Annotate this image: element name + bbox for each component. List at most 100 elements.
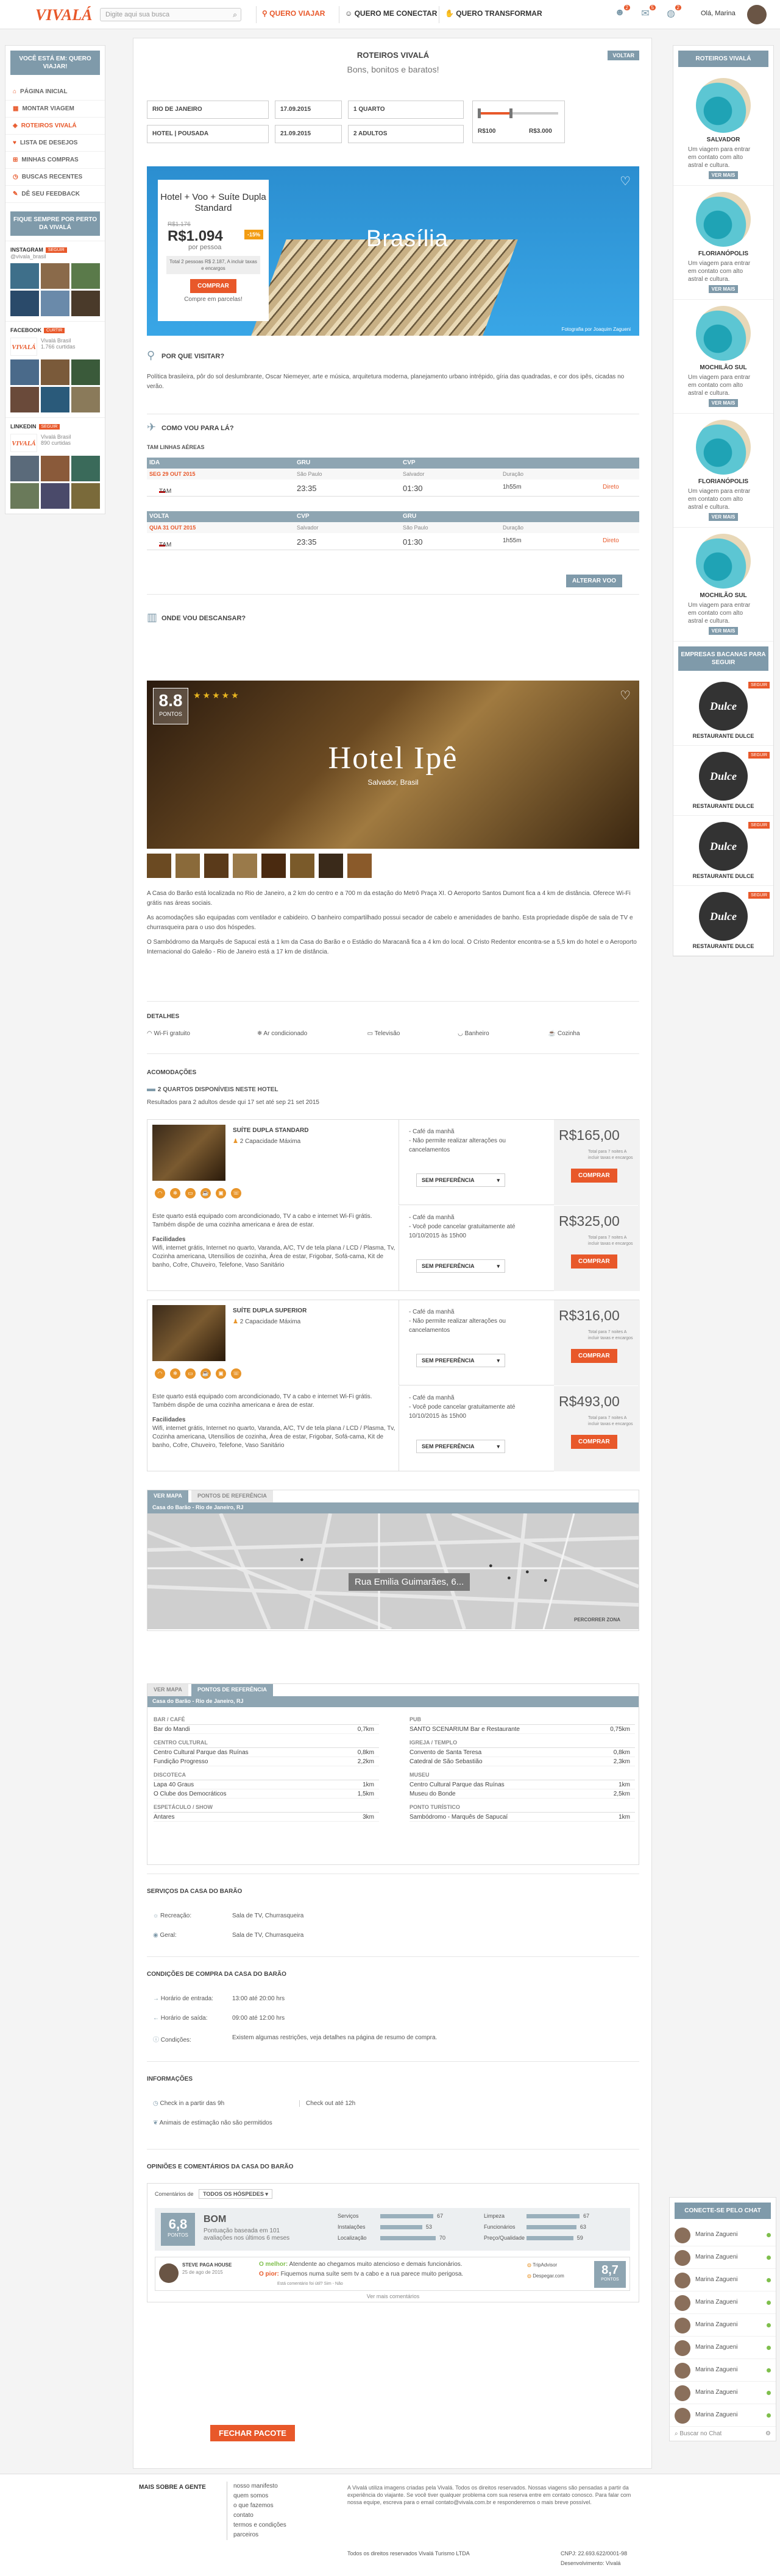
slider-min-handle[interactable]: [478, 108, 481, 118]
nav-quero-transformar[interactable]: ✋ QUERO TRANSFORMAR: [445, 9, 542, 18]
see-more-button[interactable]: VER MAIS: [708, 171, 739, 179]
slider-max-handle[interactable]: [509, 108, 512, 118]
close-package-button[interactable]: FECHAR PACOTE: [210, 2425, 295, 2441]
restaurant-card[interactable]: Dulce SEGUIR RESTAURANTE DULCE: [673, 816, 773, 886]
footer-link[interactable]: o que fazemos: [233, 2501, 286, 2511]
hotel-type-field[interactable]: HOTEL | POUSADA: [147, 125, 269, 143]
nav-quero-me-conectar[interactable]: ☺ QUERO ME CONECTAR: [345, 9, 437, 18]
roteiro-photo[interactable]: [696, 78, 751, 133]
room-photo[interactable]: [152, 1305, 225, 1361]
instagram-photo[interactable]: [10, 263, 39, 289]
instagram-photo[interactable]: [71, 291, 100, 316]
hotel-thumbnail[interactable]: [233, 854, 257, 878]
adults-field[interactable]: 2 ADULTOS: [348, 125, 464, 143]
follow-restaurant-button[interactable]: SEGUIR: [748, 682, 770, 688]
roteiro-photo[interactable]: [696, 192, 751, 247]
restaurant-card[interactable]: Dulce SEGUIR RESTAURANTE DULCE: [673, 746, 773, 816]
chat-search[interactable]: ⌕ Buscar no Chat ⚙: [670, 2427, 776, 2441]
facebook-photo[interactable]: [10, 387, 39, 412]
facebook-photo[interactable]: [41, 359, 69, 385]
users-icon[interactable]: ☻ 2: [613, 5, 630, 21]
user-avatar[interactable]: [747, 5, 767, 24]
restaurant-card[interactable]: Dulce SEGUIR RESTAURANTE DULCE: [673, 886, 773, 956]
footer-link[interactable]: parceiros: [233, 2530, 286, 2540]
helpful-links[interactable]: Está comentário foi útil? Sim - Não: [277, 2282, 343, 2286]
tab-pontos-referencia[interactable]: PONTOS DE REFERÊNCIA: [191, 1684, 273, 1696]
roteiro-photo[interactable]: [696, 534, 751, 589]
rooms-field[interactable]: 1 QUARTO: [348, 101, 464, 119]
instagram-photo[interactable]: [41, 291, 69, 316]
facebook-photo[interactable]: [71, 387, 100, 412]
instagram-photo[interactable]: [41, 263, 69, 289]
menu-minhas-compras[interactable]: ⊞ MINHAS COMPRAS: [5, 152, 105, 169]
follow-restaurant-button[interactable]: SEGUIR: [748, 892, 770, 899]
chat-contact[interactable]: Marina Zagueni: [670, 2404, 776, 2427]
chat-contact[interactable]: Marina Zagueni: [670, 2269, 776, 2291]
change-flight-button[interactable]: ALTERAR VOO: [566, 575, 623, 587]
user-greeting[interactable]: Olá, Marina: [701, 10, 736, 17]
globe-icon[interactable]: ◍ 2: [664, 5, 681, 21]
messages-icon[interactable]: ✉ 5: [639, 5, 656, 21]
footer-link[interactable]: contato: [233, 2511, 286, 2521]
vivala-logo[interactable]: VIVALÁ: [35, 6, 92, 24]
bed-preference-select[interactable]: SEM PREFERÊNCIA ▾: [416, 1259, 505, 1273]
linkedin-follow-button[interactable]: SEGUIR: [38, 423, 60, 430]
back-button[interactable]: VOLTAR: [608, 51, 639, 60]
map-pin-icon[interactable]: ●: [300, 1556, 304, 1563]
explore-zone-link[interactable]: PERCORRER ZONA: [574, 1617, 620, 1622]
hotel-thumbnail[interactable]: [290, 854, 314, 878]
buy-room-button[interactable]: COMPRAR: [571, 1254, 617, 1269]
chat-contact[interactable]: Marina Zagueni: [670, 2337, 776, 2359]
price-range-slider[interactable]: R$100 R$3.000: [472, 101, 565, 143]
tab-pontos-referencia[interactable]: PONTOS DE REFERÊNCIA: [191, 1490, 273, 1502]
follow-restaurant-button[interactable]: SEGUIR: [748, 752, 770, 759]
chat-contact[interactable]: Marina Zagueni: [670, 2382, 776, 2404]
menu-roteiros-vivala[interactable]: ◈ ROTEIROS VIVALÁ: [5, 118, 105, 135]
hotel-thumbnail[interactable]: [261, 854, 286, 878]
chat-contact[interactable]: Marina Zagueni: [670, 2291, 776, 2314]
menu-lista-desejos[interactable]: ♥ LISTA DE DESEJOS: [5, 135, 105, 152]
menu-montar-viagem[interactable]: ▦ MONTAR VIAGEM: [5, 101, 105, 118]
current-section-button[interactable]: VOCÊ ESTÁ EM: QUERO VIAJAR!: [10, 51, 100, 75]
return-date-field[interactable]: 21.09.2015: [275, 125, 342, 143]
facebook-like-button[interactable]: CURTIR: [44, 327, 65, 333]
reviews-filter-select[interactable]: TODOS OS HÓSPEDES ▾: [199, 2189, 272, 2199]
map-pin-icon[interactable]: ●: [507, 1574, 511, 1582]
favorite-heart-icon[interactable]: ♡: [620, 688, 631, 703]
chat-contact[interactable]: Marina Zagueni: [670, 2224, 776, 2246]
facebook-photo[interactable]: [71, 359, 100, 385]
chat-contact[interactable]: Marina Zagueni: [670, 2246, 776, 2269]
hotel-thumbnail[interactable]: [176, 854, 200, 878]
street-map[interactable]: Rua Emilia Guimarães, 6... PERCORRER ZON…: [147, 1513, 639, 1629]
room-photo[interactable]: [152, 1125, 225, 1181]
footer-link[interactable]: quem somos: [233, 2491, 286, 2501]
tab-ver-mapa[interactable]: VER MAPA: [147, 1684, 188, 1696]
hotel-thumbnail[interactable]: [147, 854, 171, 878]
roteiro-photo[interactable]: [696, 420, 751, 475]
facebook-photo[interactable]: [10, 359, 39, 385]
nav-quero-viajar[interactable]: ⚲ QUERO VIAJAR: [262, 9, 325, 18]
map-pin-icon[interactable]: ●: [489, 1562, 493, 1569]
see-more-reviews-link[interactable]: Ver mais comentários: [147, 2293, 639, 2299]
restaurant-card[interactable]: Dulce SEGUIR RESTAURANTE DULCE: [673, 676, 773, 746]
see-more-button[interactable]: VER MAIS: [708, 513, 739, 521]
buy-room-button[interactable]: COMPRAR: [571, 1169, 617, 1183]
map-pin-icon[interactable]: ●: [544, 1577, 548, 1584]
facebook-photo[interactable]: [41, 387, 69, 412]
origin-field[interactable]: RIO DE JANEIRO: [147, 101, 269, 119]
roteiro-card[interactable]: MOCHILÃO SUL Um viagem para entrar em con…: [673, 528, 773, 642]
favorite-heart-icon[interactable]: ♡: [620, 174, 631, 189]
see-more-button[interactable]: VER MAIS: [708, 285, 739, 293]
roteiro-photo[interactable]: [696, 306, 751, 361]
menu-buscas-recentes[interactable]: ◷ BUSCAS RECENTES: [5, 169, 105, 186]
chat-contact[interactable]: Marina Zagueni: [670, 2314, 776, 2337]
chat-contact[interactable]: Marina Zagueni: [670, 2359, 776, 2382]
follow-restaurant-button[interactable]: SEGUIR: [748, 822, 770, 829]
instagram-photo[interactable]: [10, 291, 39, 316]
search-icon[interactable]: ⌕: [233, 10, 237, 19]
map-pin-icon[interactable]: ●: [525, 1568, 530, 1576]
buy-room-button[interactable]: COMPRAR: [571, 1349, 617, 1363]
bed-preference-select[interactable]: SEM PREFERÊNCIA ▾: [416, 1354, 505, 1367]
buy-package-button[interactable]: COMPRAR: [190, 279, 236, 293]
linkedin-photo[interactable]: [10, 483, 39, 509]
